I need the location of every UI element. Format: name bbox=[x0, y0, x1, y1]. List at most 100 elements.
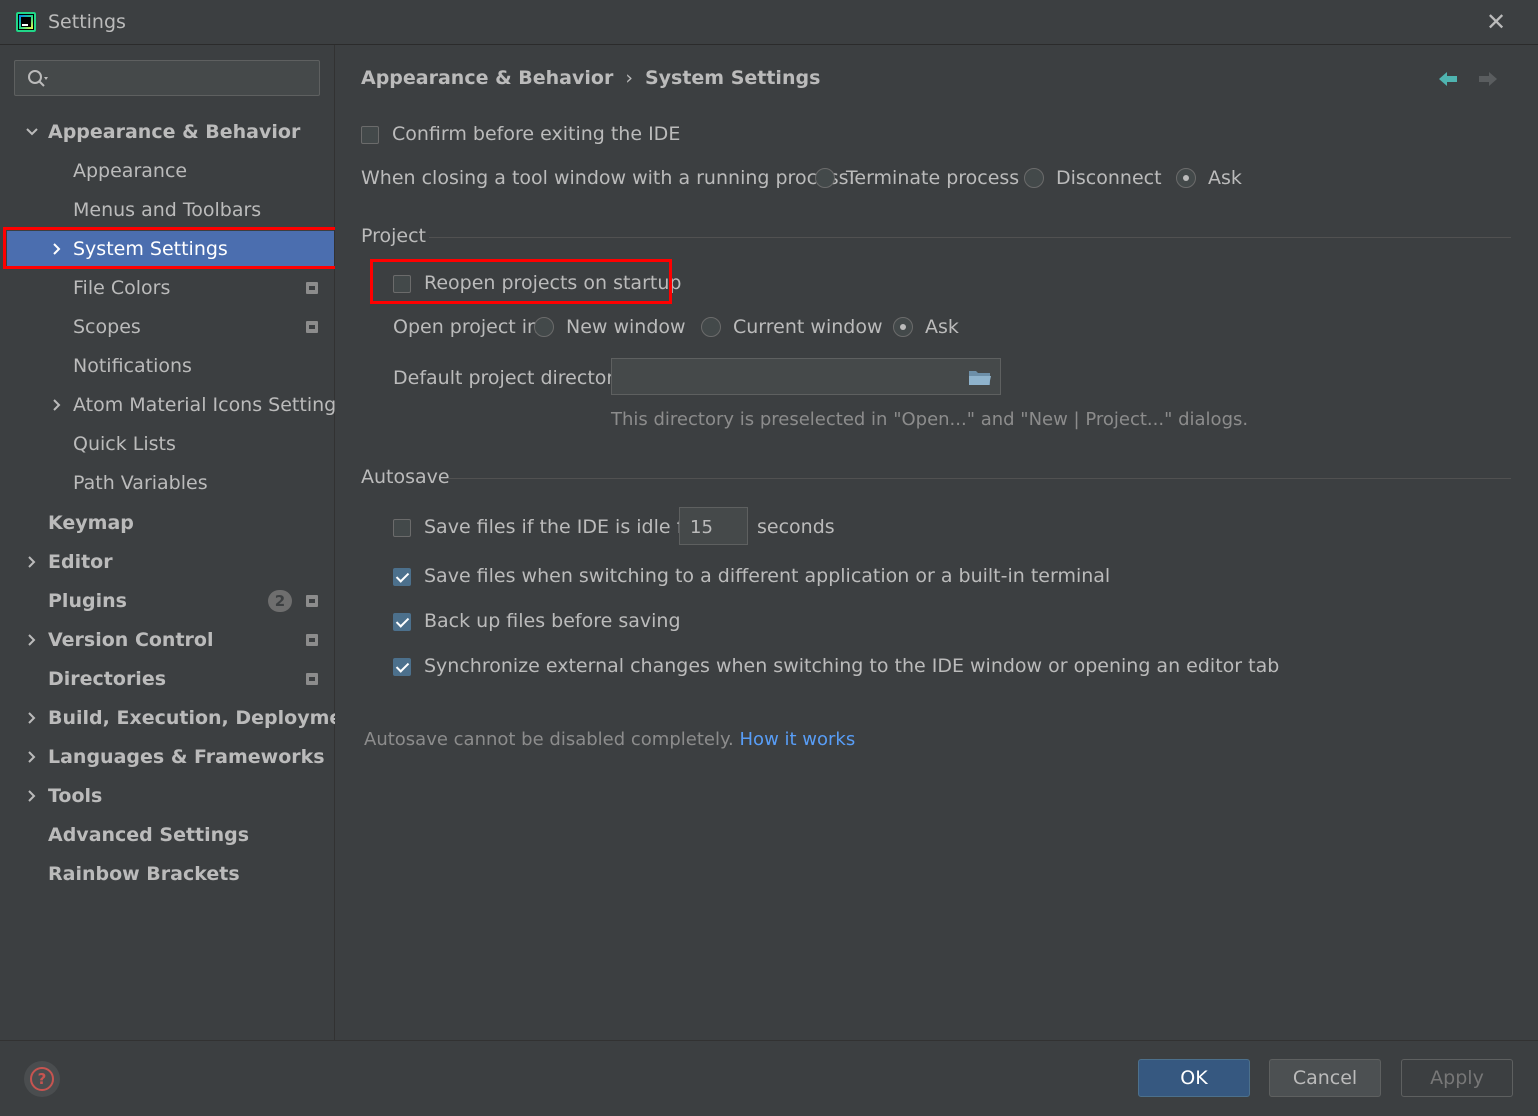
confirm-exit-checkbox[interactable] bbox=[361, 126, 379, 144]
chevron-right-icon[interactable] bbox=[24, 622, 40, 658]
backup-checkbox[interactable] bbox=[393, 613, 411, 631]
sidebar-item-languages-frameworks[interactable]: Languages & Frameworks bbox=[0, 739, 334, 775]
sidebar-item-path-variables[interactable]: Path Variables bbox=[0, 465, 334, 501]
chevron-right-icon[interactable] bbox=[24, 700, 40, 736]
sidebar-item-build-execution[interactable]: Build, Execution, Deployment bbox=[0, 700, 365, 736]
search-input[interactable] bbox=[57, 65, 311, 93]
sidebar-item-label: Menus and Toolbars bbox=[73, 199, 262, 221]
radio-label: Terminate process bbox=[846, 167, 1020, 189]
sidebar-item-advanced-settings[interactable]: Advanced Settings bbox=[0, 817, 334, 853]
closing-process-row: When closing a tool window with a runnin… bbox=[361, 167, 1361, 193]
sidebar-item-editor[interactable]: Editor bbox=[0, 544, 334, 580]
sidebar-item-system-settings[interactable]: System Settings bbox=[7, 231, 334, 267]
radio-ask-closing[interactable] bbox=[1176, 168, 1196, 188]
breadcrumb-parent[interactable]: Appearance & Behavior bbox=[361, 67, 613, 89]
apply-button[interactable]: Apply bbox=[1401, 1059, 1513, 1097]
autosave-note: Autosave cannot be disabled completely. … bbox=[364, 729, 855, 750]
sync-external-checkbox[interactable] bbox=[393, 658, 411, 676]
sidebar-item-rainbow-brackets[interactable]: Rainbow Brackets bbox=[0, 856, 334, 892]
reopen-projects-checkbox[interactable] bbox=[393, 275, 411, 293]
project-level-icon bbox=[306, 634, 318, 646]
sidebar-item-label: Build, Execution, Deployment bbox=[48, 707, 365, 729]
sidebar-item-label: Rainbow Brackets bbox=[48, 863, 240, 885]
cancel-button[interactable]: Cancel bbox=[1269, 1059, 1381, 1097]
sidebar-item-label: Scopes bbox=[73, 316, 141, 338]
help-icon: ? bbox=[30, 1067, 54, 1091]
sidebar-item-label: Keymap bbox=[48, 512, 134, 534]
idle-seconds-field[interactable] bbox=[679, 507, 748, 545]
sidebar-item-label: Directories bbox=[48, 668, 167, 690]
project-level-icon bbox=[306, 673, 318, 685]
ok-button[interactable]: OK bbox=[1138, 1059, 1250, 1097]
sidebar-item-label: File Colors bbox=[73, 277, 171, 299]
close-icon[interactable]: ✕ bbox=[1486, 8, 1506, 36]
sidebar-item-label: Appearance bbox=[73, 160, 188, 182]
chevron-right-icon[interactable] bbox=[49, 231, 65, 267]
radio-ask-open[interactable] bbox=[893, 317, 913, 337]
sidebar-item-plugins[interactable]: Plugins 2 bbox=[0, 583, 334, 619]
sidebar-item-directories[interactable]: Directories bbox=[0, 661, 334, 697]
backup-label: Back up files before saving bbox=[424, 610, 681, 632]
radio-terminate-process[interactable] bbox=[815, 168, 835, 188]
sidebar-item-label: System Settings bbox=[73, 238, 228, 260]
project-group-title: Project bbox=[361, 225, 427, 247]
project-level-icon bbox=[306, 321, 318, 333]
sidebar-item-file-colors[interactable]: File Colors bbox=[0, 270, 334, 306]
chevron-right-icon[interactable] bbox=[49, 387, 65, 423]
sidebar-item-label: Languages & Frameworks bbox=[48, 746, 325, 768]
back-arrow-icon[interactable] bbox=[1437, 69, 1459, 94]
autosave-group-title: Autosave bbox=[361, 466, 450, 488]
radio-label: Ask bbox=[925, 316, 959, 338]
default-dir-field[interactable] bbox=[611, 358, 1001, 395]
closing-process-label: When closing a tool window with a runnin… bbox=[361, 167, 855, 189]
plugins-count-badge: 2 bbox=[268, 590, 292, 612]
sidebar-item-version-control[interactable]: Version Control bbox=[0, 622, 334, 658]
forward-arrow-icon[interactable] bbox=[1477, 69, 1499, 94]
sidebar-item-label: Version Control bbox=[48, 629, 214, 651]
chevron-right-icon[interactable] bbox=[24, 739, 40, 775]
sidebar-item-label: Notifications bbox=[73, 355, 192, 377]
project-divider bbox=[429, 237, 1511, 238]
sidebar-item-label: Path Variables bbox=[73, 472, 208, 494]
save-idle-label: Save files if the IDE is idle for bbox=[424, 516, 703, 538]
sidebar-item-appearance-behavior[interactable]: Appearance & Behavior bbox=[0, 114, 334, 150]
open-project-in-row: Open project in New window Current windo… bbox=[393, 316, 1093, 342]
default-dir-label: Default project directory: bbox=[393, 367, 631, 389]
open-project-in-label: Open project in bbox=[393, 316, 540, 338]
default-dir-input[interactable] bbox=[620, 364, 954, 391]
search-box[interactable] bbox=[14, 60, 320, 96]
dialog-footer: ? OK Cancel Apply bbox=[0, 1040, 1538, 1116]
confirm-exit-label: Confirm before exiting the IDE bbox=[392, 123, 681, 145]
how-it-works-link[interactable]: How it works bbox=[740, 729, 856, 750]
sidebar-item-atom-material-icons[interactable]: Atom Material Icons Settings bbox=[0, 387, 346, 423]
autosave-divider bbox=[447, 478, 1511, 479]
radio-current-window[interactable] bbox=[701, 317, 721, 337]
save-idle-checkbox[interactable] bbox=[393, 519, 411, 537]
radio-label: New window bbox=[566, 316, 686, 338]
radio-disconnect[interactable] bbox=[1024, 168, 1044, 188]
reopen-projects-label: Reopen projects on startup bbox=[424, 272, 682, 294]
sidebar-item-tools[interactable]: Tools bbox=[0, 778, 334, 814]
sidebar-item-label: Appearance & Behavior bbox=[48, 121, 301, 143]
settings-sidebar: Appearance & Behavior Appearance Menus a… bbox=[0, 45, 365, 1040]
idle-seconds-input[interactable] bbox=[688, 514, 747, 541]
sidebar-item-appearance[interactable]: Appearance bbox=[0, 153, 334, 189]
default-dir-hint: This directory is preselected in "Open..… bbox=[611, 409, 1249, 430]
chevron-down-icon[interactable] bbox=[24, 114, 40, 150]
folder-icon[interactable] bbox=[968, 368, 992, 391]
radio-new-window[interactable] bbox=[534, 317, 554, 337]
sidebar-item-scopes[interactable]: Scopes bbox=[0, 309, 334, 345]
search-icon bbox=[28, 70, 48, 87]
sidebar-item-label: Quick Lists bbox=[73, 433, 176, 455]
sidebar-item-menus-toolbars[interactable]: Menus and Toolbars bbox=[0, 192, 334, 228]
autosave-note-text: Autosave cannot be disabled completely. bbox=[364, 729, 734, 750]
save-switch-checkbox[interactable] bbox=[393, 568, 411, 586]
sidebar-item-label: Tools bbox=[48, 785, 103, 807]
radio-label: Ask bbox=[1208, 167, 1242, 189]
sidebar-item-notifications[interactable]: Notifications bbox=[0, 348, 334, 384]
sidebar-item-keymap[interactable]: Keymap bbox=[0, 505, 334, 541]
sidebar-item-quick-lists[interactable]: Quick Lists bbox=[0, 426, 334, 462]
chevron-right-icon[interactable] bbox=[24, 778, 40, 814]
chevron-right-icon[interactable] bbox=[24, 544, 40, 580]
help-button[interactable]: ? bbox=[24, 1061, 60, 1097]
